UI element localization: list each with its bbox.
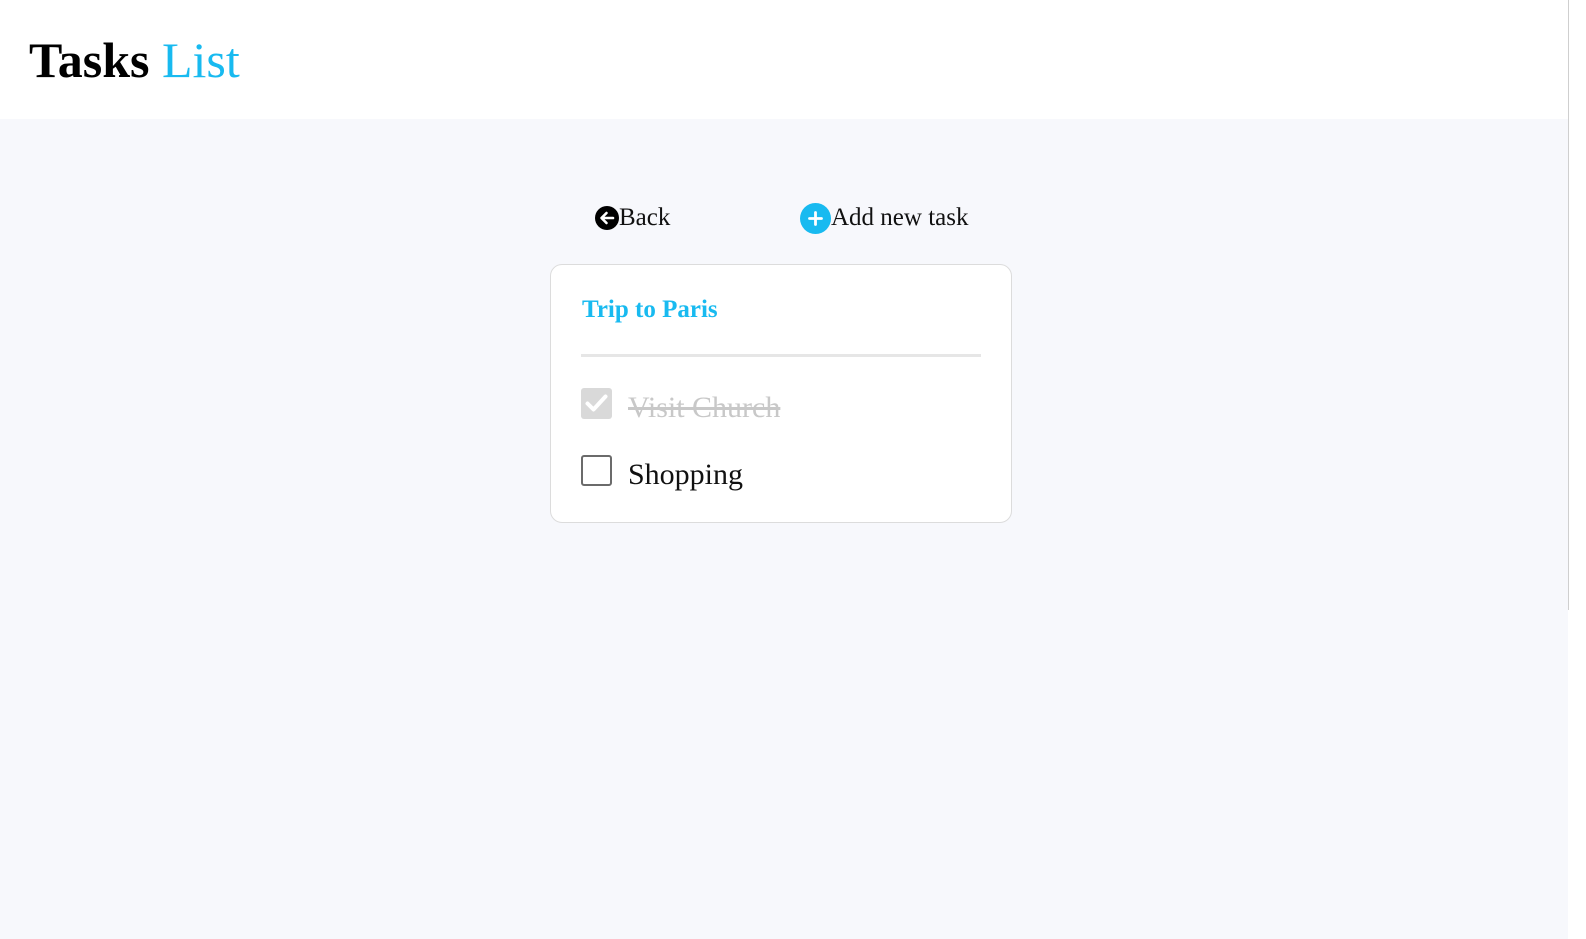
page-title: Tasks List xyxy=(29,32,240,88)
page-title-main: Tasks xyxy=(29,32,150,88)
back-button[interactable]: Back xyxy=(595,202,670,234)
scrollbar-edge-line xyxy=(1568,0,1569,610)
app-header: Tasks List xyxy=(0,0,1568,119)
task-label: Shopping xyxy=(628,458,744,491)
back-label: Back xyxy=(619,204,671,231)
plus-circle-icon xyxy=(800,202,831,234)
card-divider xyxy=(581,354,981,357)
arrow-left-circle-icon xyxy=(595,206,619,230)
task-list-title: Trip to Paris xyxy=(582,296,718,323)
task-item: Visit Church xyxy=(581,384,780,424)
task-list-card: Trip to Paris Visit Church Shopping xyxy=(550,264,1012,523)
scrollbar-track[interactable] xyxy=(1568,0,1586,939)
task-item: Shopping xyxy=(581,451,743,491)
task-label: Visit Church xyxy=(628,391,781,424)
task-checkbox-checked[interactable] xyxy=(581,387,612,419)
add-new-task-button[interactable]: Add new task xyxy=(800,202,968,234)
page-title-accent: List xyxy=(161,32,240,88)
add-new-task-label: Add new task xyxy=(831,204,969,231)
task-checkbox[interactable] xyxy=(581,454,612,486)
